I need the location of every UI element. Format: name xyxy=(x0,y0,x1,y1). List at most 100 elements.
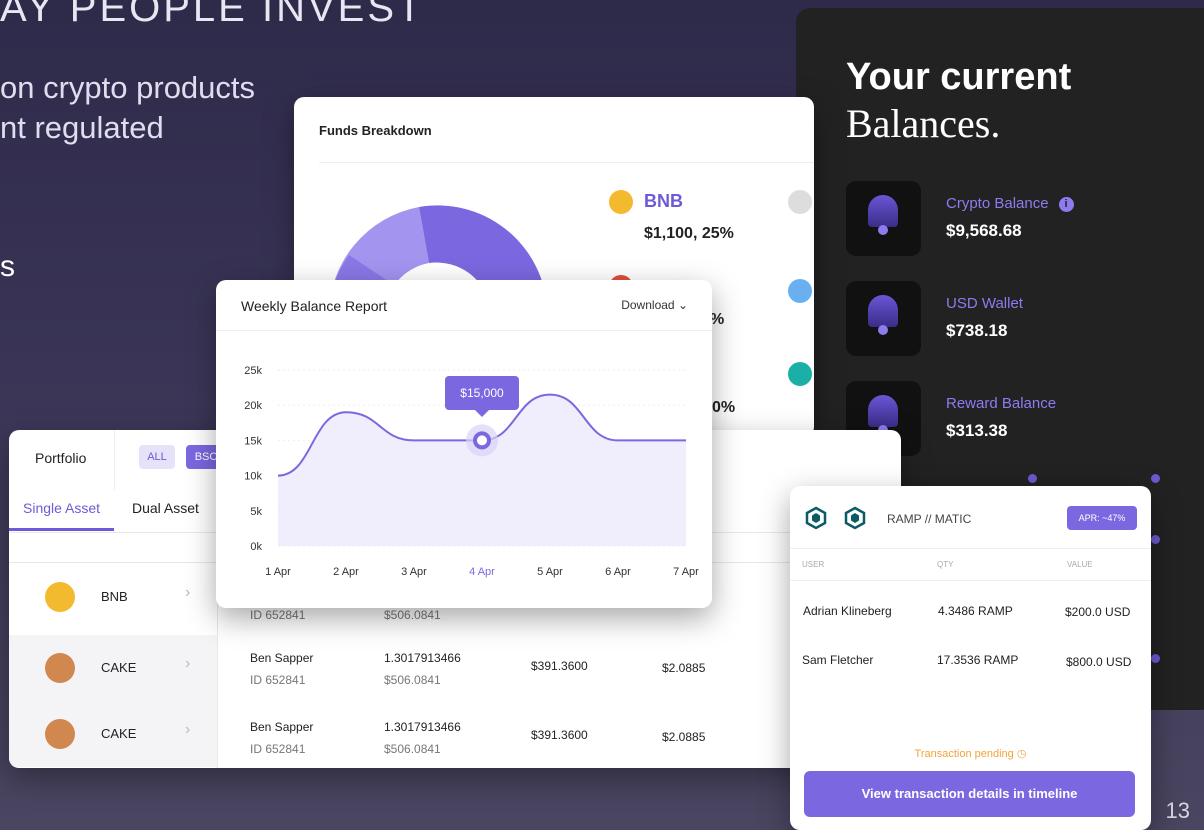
x-tick-label: 2 Apr xyxy=(333,566,359,578)
decor-dot xyxy=(1151,654,1160,663)
row-user: Ben Sapper xyxy=(250,651,314,665)
divider xyxy=(319,162,814,163)
balance-item-crypto[interactable]: Crypto Balance i $9,568.68 xyxy=(846,181,1166,256)
row-qty-sub: $506.0841 xyxy=(384,673,441,687)
bell-icon xyxy=(846,181,921,256)
tab-indicator xyxy=(9,528,114,531)
row-id: ID 652841 xyxy=(250,673,306,687)
cake-coin-icon xyxy=(45,653,75,683)
divider xyxy=(216,330,712,331)
decor-dot xyxy=(1151,535,1160,544)
chevron-right-icon: › xyxy=(185,584,191,601)
x-tick-label: 6 Apr xyxy=(605,566,631,578)
coin-icon xyxy=(788,362,812,386)
ramp-card: RAMP // MATIC APR: ~47% USER QTY VALUE A… xyxy=(790,486,1151,830)
balances-title-2: Balances. xyxy=(846,101,1001,146)
coin-icon xyxy=(788,190,812,214)
y-tick-label: 15k xyxy=(244,435,262,447)
asset-name: BNB xyxy=(101,589,128,604)
chevron-right-icon: › xyxy=(185,655,191,672)
token-pair: RAMP // MATIC xyxy=(887,512,972,526)
row-change: $2.0885 xyxy=(662,661,706,675)
ramp-value: $200.0 USD xyxy=(1065,605,1131,619)
info-icon[interactable]: i xyxy=(1058,196,1074,212)
row-qty: 1.3017913466 xyxy=(384,720,461,734)
portfolio-title: Portfolio xyxy=(35,450,87,466)
divider xyxy=(790,580,1151,581)
row-qty: 1.3017913466 xyxy=(384,651,461,665)
ramp-user: Adrian Klineberg xyxy=(803,604,892,618)
balance-label: Crypto Balance xyxy=(946,195,1049,212)
decor-dot xyxy=(1151,474,1160,483)
balance-value: $313.38 xyxy=(946,421,1008,440)
x-tick-label: 5 Apr xyxy=(537,566,563,578)
row-id: ID 652841 xyxy=(250,742,306,756)
x-tick-label: 3 Apr xyxy=(401,566,427,578)
funds-coin-value: $1,100, 25% xyxy=(644,225,734,242)
chip-all[interactable]: ALL xyxy=(139,445,175,469)
apr-badge: APR: ~47% xyxy=(1067,506,1137,530)
funds-pct-fragment: 0% xyxy=(712,399,736,416)
x-tick-label: 1 Apr xyxy=(265,566,291,578)
coin-icon xyxy=(788,279,812,303)
tooltip-arrow xyxy=(475,410,489,418)
header-user: USER xyxy=(802,560,825,569)
tab-single-asset[interactable]: Single Asset xyxy=(23,500,100,516)
chart-tooltip: $15,000 xyxy=(445,376,519,411)
funds-pct-fragment: % xyxy=(710,311,725,328)
asset-name: CAKE xyxy=(101,660,137,675)
row-price: $391.3600 xyxy=(531,659,588,673)
ramp-value: $800.0 USD xyxy=(1066,655,1132,669)
header-qty: QTY xyxy=(937,560,954,569)
bg-line-1: on crypto products xyxy=(0,70,256,105)
bell-icon xyxy=(846,281,921,356)
y-tick-label: 5k xyxy=(250,506,262,518)
balance-item-usd[interactable]: USD Wallet $738.18 xyxy=(846,281,1166,356)
balance-value: $738.18 xyxy=(946,321,1008,340)
weekly-title: Weekly Balance Report xyxy=(241,298,388,314)
divider xyxy=(114,430,115,490)
bg-fragment: s xyxy=(0,250,15,283)
asset-row-bnb[interactable]: BNB › xyxy=(9,564,217,630)
download-button[interactable]: Download ⌄ xyxy=(621,298,688,312)
ramp-user: Sam Fletcher xyxy=(802,653,874,667)
headline: AY PEOPLE INVEST xyxy=(0,0,425,30)
asset-row-cake[interactable]: CAKE › xyxy=(9,635,217,701)
x-tick-label: 4 Apr xyxy=(469,566,495,578)
y-tick-label: 20k xyxy=(244,400,262,412)
highlight-point[interactable] xyxy=(473,431,491,450)
x-tick-label: 7 Apr xyxy=(673,566,699,578)
balance-label: Reward Balance xyxy=(946,395,1057,412)
cake-coin-icon xyxy=(45,719,75,749)
divider xyxy=(790,548,1151,549)
row-user: Ben Sapper xyxy=(250,720,314,734)
ramp-qty: 17.3536 RAMP xyxy=(937,653,1019,667)
row-price: $391.3600 xyxy=(531,728,588,742)
asset-name: CAKE xyxy=(101,726,137,741)
asset-row-cake[interactable]: CAKE › xyxy=(9,701,217,767)
balance-label: USD Wallet xyxy=(946,295,1023,312)
decor-dot xyxy=(1028,474,1037,483)
funds-coin-name: BNB xyxy=(644,191,683,211)
balances-title-1: Your current xyxy=(846,56,1072,98)
row-qty-sub: $506.0841 xyxy=(384,742,441,756)
matic-token-icon xyxy=(844,506,866,530)
y-tick-label: 10k xyxy=(244,471,262,483)
download-label: Download xyxy=(621,298,675,312)
row-id: ID 652841 xyxy=(250,608,306,622)
header-value: VALUE xyxy=(1067,560,1093,569)
pending-status: Transaction pending ◷ xyxy=(790,747,1151,760)
ramp-qty: 4.3486 RAMP xyxy=(938,604,1013,618)
weekly-balance-card: Weekly Balance Report Download ⌄ 25k 20k 1… xyxy=(216,280,712,608)
bnb-coin-icon xyxy=(45,582,75,612)
chevron-right-icon: › xyxy=(185,721,191,738)
page-number: 13 xyxy=(1165,798,1190,823)
view-timeline-button[interactable]: View transaction details in timeline xyxy=(804,771,1135,817)
y-tick-label: 0k xyxy=(250,541,262,553)
bg-line-2: nt regulated xyxy=(0,110,164,145)
bnb-coin-icon xyxy=(609,190,633,214)
funds-title: Funds Breakdown xyxy=(319,123,432,138)
ramp-token-icon xyxy=(805,506,827,530)
balance-value: $9,568.68 xyxy=(946,221,1022,240)
tab-dual-asset[interactable]: Dual Asset xyxy=(132,500,199,516)
